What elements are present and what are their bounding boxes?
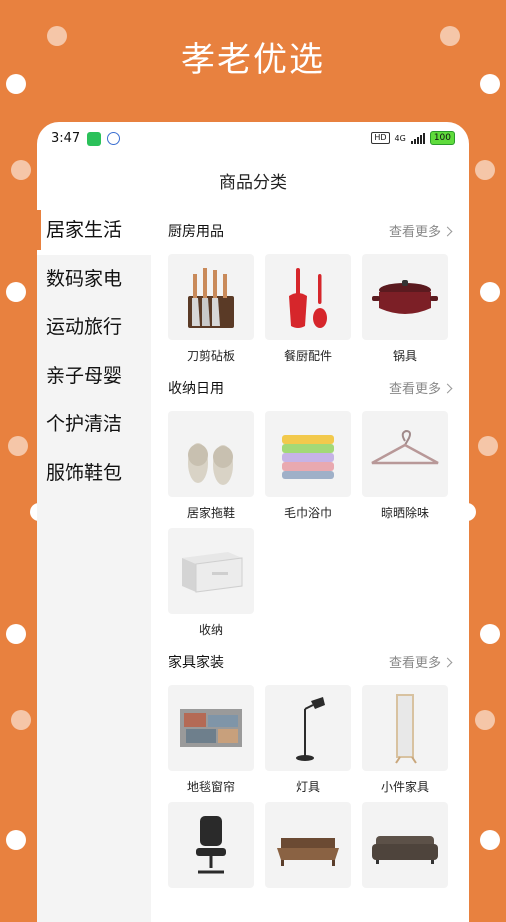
category-card[interactable]: 灯具 xyxy=(265,685,351,794)
category-card[interactable] xyxy=(362,802,448,911)
decor-dot xyxy=(6,282,26,302)
sidebar-item-personal-care[interactable]: 个护清洁 xyxy=(37,400,151,449)
section-furniture: 家具家装 查看更多 地毯窗帘 灯具 小件家具 xyxy=(151,637,469,911)
sidebar-item-apparel-bags[interactable]: 服饰鞋包 xyxy=(37,449,151,498)
category-label: 晾晒除味 xyxy=(380,506,429,520)
spatula-icon xyxy=(265,254,351,340)
pot-icon xyxy=(362,254,448,340)
category-label: 餐厨配件 xyxy=(283,349,332,363)
category-card[interactable]: 小件家具 xyxy=(362,685,448,794)
decor-dot xyxy=(6,624,26,644)
sofa-icon xyxy=(362,802,448,888)
section-header: 家具家装 查看更多 xyxy=(168,637,457,685)
category-content: 厨房用品 查看更多 刀剪砧板 餐厨配件 锅具 收纳日用 查看更多 居家拖鞋 毛巾… xyxy=(151,206,469,922)
wechat-icon xyxy=(87,132,101,146)
section-header: 厨房用品 查看更多 xyxy=(168,206,457,254)
mirror-icon xyxy=(362,685,448,771)
status-right: HD 4G 100 xyxy=(371,131,455,145)
category-label: 灯具 xyxy=(295,780,320,794)
category-card[interactable]: 居家拖鞋 xyxy=(168,411,254,520)
sidebar-item-home-living[interactable]: 居家生活 xyxy=(37,206,151,255)
decor-dot xyxy=(6,830,26,850)
decor-dot xyxy=(480,624,500,644)
category-label: 锅具 xyxy=(392,349,417,363)
signal-icon xyxy=(410,132,425,144)
app-notification-icon xyxy=(107,132,120,145)
sidebar-item-digital-appliances[interactable]: 数码家电 xyxy=(37,255,151,304)
category-card[interactable]: 刀剪砧板 xyxy=(168,254,254,363)
category-card[interactable] xyxy=(168,802,254,911)
decor-dot xyxy=(8,436,28,456)
rug-icon xyxy=(168,685,254,771)
category-label xyxy=(168,895,254,911)
sidebar-item-sports-travel[interactable]: 运动旅行 xyxy=(37,303,151,352)
category-label: 地毯窗帘 xyxy=(186,780,235,794)
category-card[interactable]: 收纳 xyxy=(168,528,254,637)
battery-icon: 100 xyxy=(429,131,455,145)
category-sidebar: 居家生活 数码家电 运动旅行 亲子母婴 个护清洁 服饰鞋包 xyxy=(37,206,151,922)
bed-icon xyxy=(265,802,351,888)
category-card[interactable]: 晾晒除味 xyxy=(362,411,448,520)
see-more-link[interactable]: 查看更多 xyxy=(388,221,453,240)
chevron-right-icon xyxy=(442,226,453,237)
slippers-icon xyxy=(168,411,254,497)
category-label xyxy=(362,895,448,911)
see-more-label: 查看更多 xyxy=(388,225,441,240)
storage-box-icon xyxy=(168,528,254,614)
decor-dot xyxy=(480,830,500,850)
category-label: 小件家具 xyxy=(380,780,429,794)
office-chair-icon xyxy=(168,802,254,888)
network-type: 4G xyxy=(394,133,406,143)
status-bar: 3:47 HD 4G 100 xyxy=(37,122,469,156)
decor-dot xyxy=(11,160,31,180)
sidebar-item-parent-baby[interactable]: 亲子母婴 xyxy=(37,352,151,401)
chevron-right-icon xyxy=(442,383,453,394)
decor-dot xyxy=(478,436,498,456)
see-more-label: 查看更多 xyxy=(388,656,441,671)
category-card[interactable]: 毛巾浴巾 xyxy=(265,411,351,520)
knife-block-icon xyxy=(168,254,254,340)
category-label: 收纳 xyxy=(198,623,223,637)
section-kitchen: 厨房用品 查看更多 刀剪砧板 餐厨配件 锅具 xyxy=(151,206,469,363)
category-label xyxy=(265,895,351,911)
lamp-icon xyxy=(265,685,351,771)
banner-title: 孝老优选 xyxy=(181,40,325,80)
page-title: 商品分类 xyxy=(219,173,287,193)
decor-dot xyxy=(11,710,31,730)
hd-badge: HD xyxy=(371,132,390,144)
section-header: 收纳日用 查看更多 xyxy=(168,363,457,411)
section-storage: 收纳日用 查看更多 居家拖鞋 毛巾浴巾 晾晒除味 收纳 xyxy=(151,363,469,637)
section-title: 收纳日用 xyxy=(168,381,224,397)
section-title: 厨房用品 xyxy=(168,224,224,240)
hanger-icon xyxy=(362,411,448,497)
decor-dot xyxy=(475,710,495,730)
see-more-link[interactable]: 查看更多 xyxy=(388,652,453,671)
chevron-right-icon xyxy=(442,657,453,668)
category-label: 刀剪砧板 xyxy=(186,349,235,363)
towels-icon xyxy=(265,411,351,497)
category-card[interactable] xyxy=(265,802,351,911)
see-more-link[interactable]: 查看更多 xyxy=(388,378,453,397)
category-card[interactable]: 餐厨配件 xyxy=(265,254,351,363)
see-more-label: 查看更多 xyxy=(388,382,441,397)
phone-screen: 3:47 HD 4G 100 商品分类 居家生活 数码家电 运动旅行 亲子母婴 … xyxy=(37,122,469,922)
category-label: 居家拖鞋 xyxy=(186,506,235,520)
decor-dot xyxy=(480,282,500,302)
section-title: 家具家装 xyxy=(168,655,224,671)
decor-dot xyxy=(475,160,495,180)
category-label: 毛巾浴巾 xyxy=(283,506,332,520)
status-time: 3:47 xyxy=(51,131,81,146)
category-card[interactable]: 锅具 xyxy=(362,254,448,363)
category-card[interactable]: 地毯窗帘 xyxy=(168,685,254,794)
